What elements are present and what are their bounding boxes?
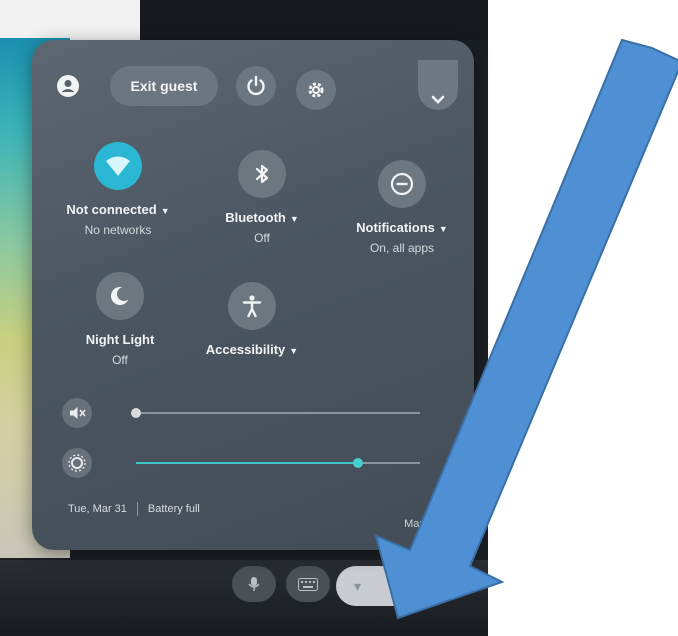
annotation-arrow: [374, 38, 678, 620]
arrow-shape: [374, 38, 678, 620]
